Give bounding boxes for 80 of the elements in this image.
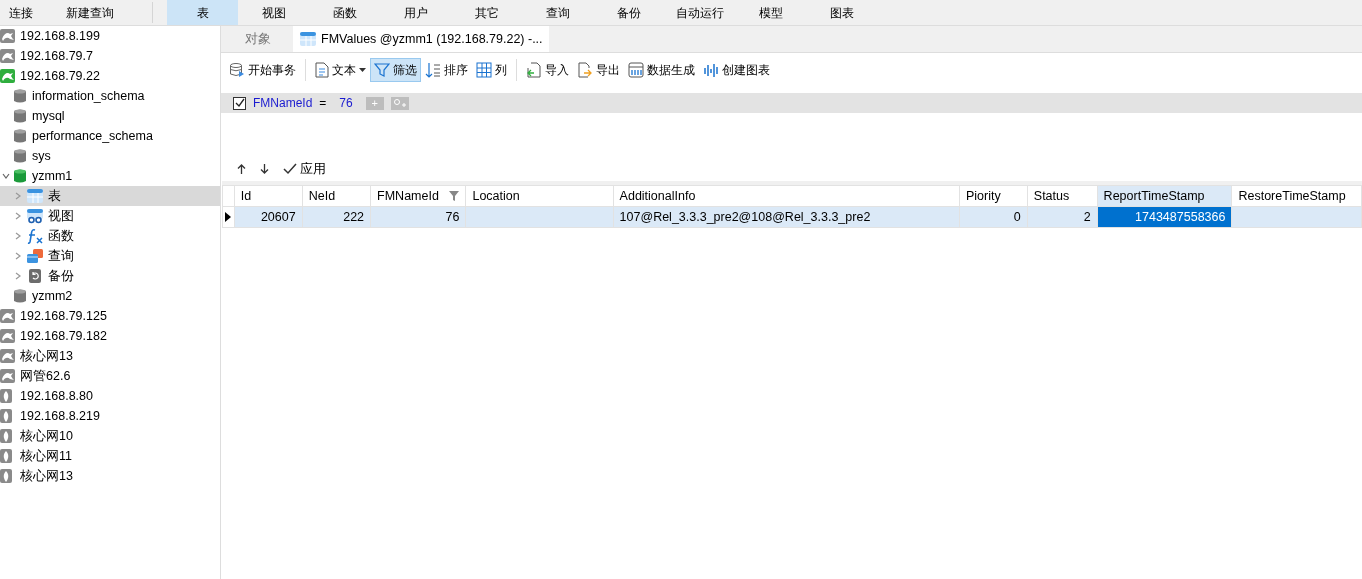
column-header[interactable]: Status [1027,185,1098,207]
toolbar-button[interactable]: 文本 [311,58,370,82]
query-icon [26,248,44,264]
menu-tab[interactable]: 备份 [593,0,664,25]
column-header[interactable]: Id [234,185,303,207]
menu-tab[interactable]: 表 [167,0,238,25]
view-icon [26,208,44,224]
column-header[interactable]: Location [465,185,614,207]
table-icon [299,31,317,47]
column-header[interactable]: NeId [302,185,371,207]
menu-tab[interactable]: 函数 [309,0,380,25]
filter-value[interactable]: 76 [339,94,353,112]
menu-tab[interactable]: 自动运行 [664,0,735,25]
tree-item[interactable]: sys [0,146,220,166]
tab[interactable]: FMValues @yzmm1 (192.168.79.22) -... [293,26,549,52]
apply-button[interactable]: 应用 [283,159,326,179]
column-header[interactable]: Piority [959,185,1028,207]
toolbar-button[interactable]: 排序 [421,58,472,82]
function-icon [26,228,44,244]
tree-item[interactable]: 192.168.79.182 [0,326,220,346]
menu-tab[interactable]: 模型 [735,0,806,25]
toolbar-button[interactable]: 筛选 [370,58,421,82]
tree-item[interactable]: 192.168.79.125 [0,306,220,326]
toolbar-button[interactable]: 开始事务 [225,58,300,82]
tree-item[interactable]: 192.168.8.219 [0,406,220,426]
tree-item[interactable]: 视图 [0,206,220,226]
toolbar-button[interactable]: 导出 [573,58,624,82]
sort-icon [425,62,441,78]
data-icon [628,62,644,78]
column-header[interactable]: FMNameId [370,185,466,207]
tree-item[interactable]: 核心网11 [0,446,220,466]
tree-item[interactable]: 网管62.6 [0,366,220,386]
filter-operator[interactable]: = [319,94,327,112]
column-header[interactable]: AdditionalInfo [613,185,960,207]
tree-item[interactable]: mysql [0,106,220,126]
tree-item[interactable]: 核心网13 [0,346,220,366]
tree-item[interactable]: 192.168.8.199 [0,26,220,46]
database-icon [229,62,245,78]
tree-item[interactable]: performance_schema [0,126,220,146]
menu-tab[interactable]: 查询 [522,0,593,25]
toolbar-button[interactable]: 创建图表 [699,58,774,82]
tree-item[interactable]: 核心网13 [0,466,220,486]
export-icon [577,62,593,78]
table-icon [26,188,44,204]
tree-item[interactable]: yzmm2 [0,286,220,306]
check-icon [283,163,297,175]
tree-item[interactable]: 192.168.8.80 [0,386,220,406]
import-icon [526,62,542,78]
tree-item[interactable]: 核心网10 [0,426,220,446]
tree-item[interactable]: yzmm1 [0,166,220,186]
backup-icon [26,268,44,284]
tree-item[interactable]: 表 [0,186,220,206]
move-down-button[interactable] [260,164,269,174]
move-up-button[interactable] [237,164,246,174]
menu-tab[interactable]: 其它 [451,0,522,25]
menu-tab[interactable]: 图表 [806,0,877,25]
tree-item[interactable]: information_schema [0,86,220,106]
menu-button[interactable]: 连接 [0,0,42,25]
filter-field[interactable]: FMNameId [253,94,313,112]
toolbar-button[interactable]: 数据生成 [624,58,699,82]
toolbar-button[interactable]: 导入 [522,58,573,82]
tree-item[interactable]: 查询 [0,246,220,266]
document-icon [315,62,329,78]
tree-item[interactable]: 192.168.79.7 [0,46,220,66]
chart-icon [703,62,719,78]
menu-tab[interactable]: 视图 [238,0,309,25]
menu-button[interactable]: 新建查询 [42,0,138,25]
column-header[interactable]: ReportTimeStamp [1097,185,1232,207]
filter-checkbox[interactable] [233,96,246,110]
column-label: FMNameId [377,187,439,205]
table-cell[interactable]: 107@Rel_3.3.3_pre2@108@Rel_3.3.3_pre2 [613,206,960,228]
menu-tab[interactable]: 用户 [380,0,451,25]
grid-icon [476,62,492,78]
filter-icon [374,62,390,78]
tree-item[interactable]: 备份 [0,266,220,286]
tab[interactable]: 对象 [223,26,293,52]
tree-item[interactable]: 192.168.79.22 [0,66,220,86]
tree-item[interactable]: 函数 [0,226,220,246]
toolbar-button[interactable]: 列 [472,58,511,82]
column-header[interactable]: RestoreTimeStamp [1231,185,1362,207]
